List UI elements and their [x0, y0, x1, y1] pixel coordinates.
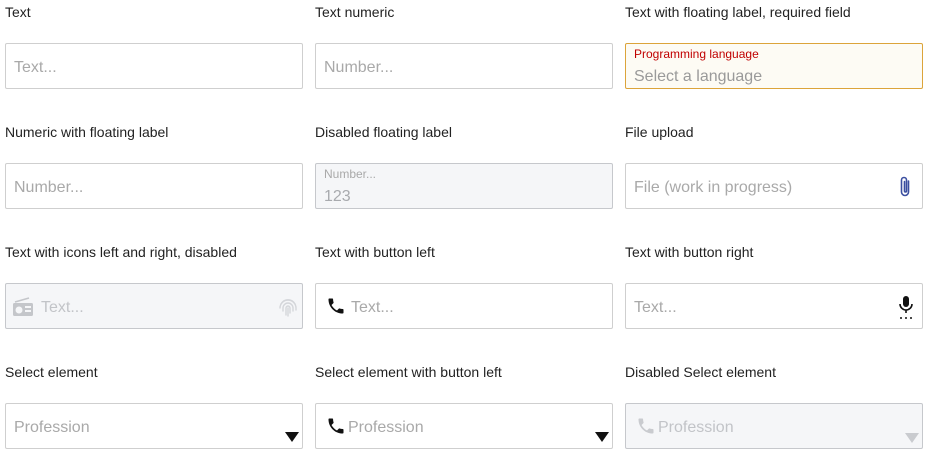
button-left-field[interactable]: Text...: [315, 283, 613, 329]
disabled-profession-select-value: Profession: [658, 419, 734, 436]
file-upload-placeholder: File (work in progress): [634, 179, 793, 196]
language-field[interactable]: Programming language Select a language: [625, 43, 923, 89]
paperclip-icon[interactable]: [898, 175, 912, 199]
language-field-placeholder: Select a language: [634, 68, 763, 85]
phone-icon: [638, 418, 654, 434]
text-field[interactable]: Text...: [5, 43, 303, 89]
label-button-right: Text with button right: [625, 244, 754, 260]
text-field-placeholder: Text...: [14, 59, 57, 76]
phone-icon[interactable]: [326, 416, 346, 436]
profession-select[interactable]: Profession: [5, 403, 303, 449]
caret-down-icon: [905, 433, 919, 443]
icons-disabled-field: Text...: [5, 283, 303, 329]
numeric-field[interactable]: Number...: [315, 43, 613, 89]
icons-disabled-placeholder: Text...: [41, 299, 84, 316]
profession-select-value: Profession: [14, 419, 90, 436]
label-floating-required: Text with floating label, required field: [625, 4, 851, 20]
numeric-floating-field[interactable]: Number...: [5, 163, 303, 209]
radio-icon: [13, 297, 33, 316]
label-disabled-select: Disabled Select element: [625, 364, 776, 380]
button-left-placeholder: Text...: [351, 299, 394, 316]
numeric-floating-placeholder: Number...: [14, 179, 84, 196]
disabled-profession-select: Profession: [625, 403, 923, 449]
button-right-field[interactable]: Text...: [625, 283, 923, 329]
caret-down-icon[interactable]: [595, 432, 609, 442]
phone-icon[interactable]: [326, 296, 346, 316]
disabled-number-value: 123: [324, 188, 351, 205]
label-file-upload: File upload: [625, 124, 694, 140]
label-text: Text: [5, 4, 31, 20]
label-select-element: Select element: [5, 364, 98, 380]
microphone-icon[interactable]: [897, 295, 915, 321]
numeric-field-placeholder: Number...: [324, 59, 394, 76]
label-text-numeric: Text numeric: [315, 4, 395, 20]
label-button-left: Text with button left: [315, 244, 435, 260]
disabled-number-field: Number... 123: [315, 163, 613, 209]
profession-select-with-button[interactable]: Profession: [315, 403, 613, 449]
label-icons-disabled: Text with icons left and right, disabled: [5, 244, 237, 260]
language-floating-label: Programming language: [634, 47, 759, 61]
profession-select-with-button-value: Profession: [348, 419, 424, 436]
button-right-placeholder: Text...: [634, 299, 677, 316]
label-select-button-left: Select element with button left: [315, 364, 502, 380]
file-upload-field[interactable]: File (work in progress): [625, 163, 923, 209]
disabled-floating-label: Number...: [324, 167, 377, 181]
label-numeric-floating: Numeric with floating label: [5, 124, 169, 140]
fingerprint-icon: [279, 299, 297, 317]
label-disabled-floating: Disabled floating label: [315, 124, 452, 140]
caret-down-icon[interactable]: [285, 432, 299, 442]
